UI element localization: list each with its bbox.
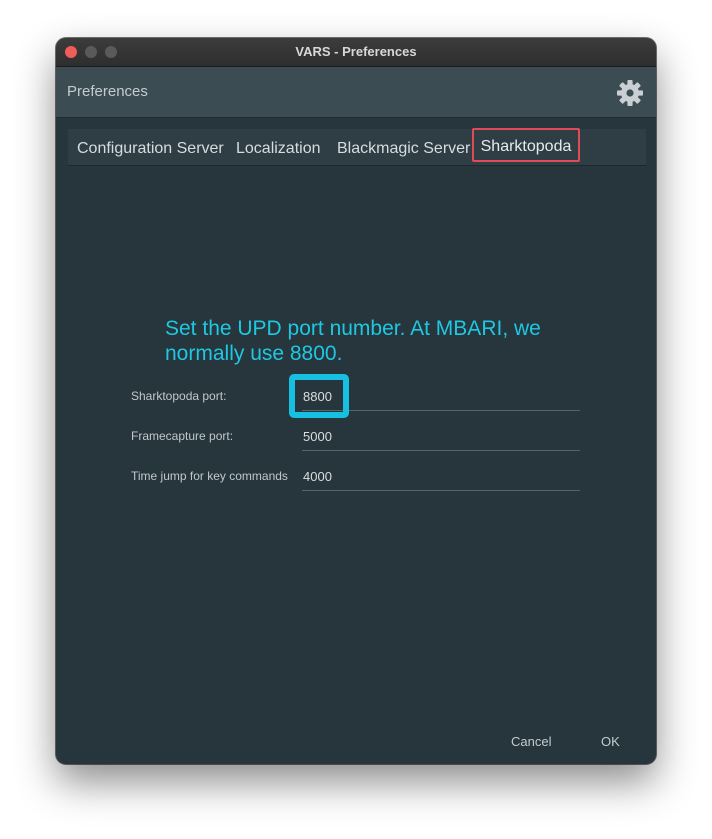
tab-blackmagic-server[interactable]: Blackmagic Server	[337, 129, 470, 165]
time-jump-field[interactable]: 4000	[302, 454, 580, 491]
port-highlight-box	[289, 374, 349, 418]
tab-sharktopoda[interactable]: Sharktopoda	[472, 128, 580, 162]
framecapture-port-field[interactable]: 5000	[302, 414, 580, 451]
preferences-header: Preferences	[56, 67, 656, 118]
preferences-tab-bar: Configuration Server Localization Blackm…	[68, 128, 646, 166]
annotation-callout: Set the UPD port number. At MBARI, we no…	[165, 317, 541, 365]
tab-configuration-server[interactable]: Configuration Server	[77, 129, 224, 165]
sharktopoda-port-label: Sharktopoda port:	[131, 389, 227, 403]
time-jump-value[interactable]: 4000	[303, 469, 332, 484]
title-bar: VARS - Preferences	[56, 38, 656, 67]
framecapture-port-label: Framecapture port:	[131, 429, 234, 443]
cancel-button[interactable]: Cancel	[511, 734, 551, 749]
preferences-window: VARS - Preferences Preferences Configura…	[56, 38, 656, 764]
framecapture-port-value[interactable]: 5000	[303, 429, 332, 444]
time-jump-label: Time jump for key commands	[131, 469, 288, 483]
header-title: Preferences	[67, 83, 148, 100]
window-title: VARS - Preferences	[295, 44, 417, 59]
tab-localization[interactable]: Localization	[236, 129, 321, 165]
ok-button[interactable]: OK	[601, 734, 620, 749]
gear-icon[interactable]	[616, 79, 644, 107]
